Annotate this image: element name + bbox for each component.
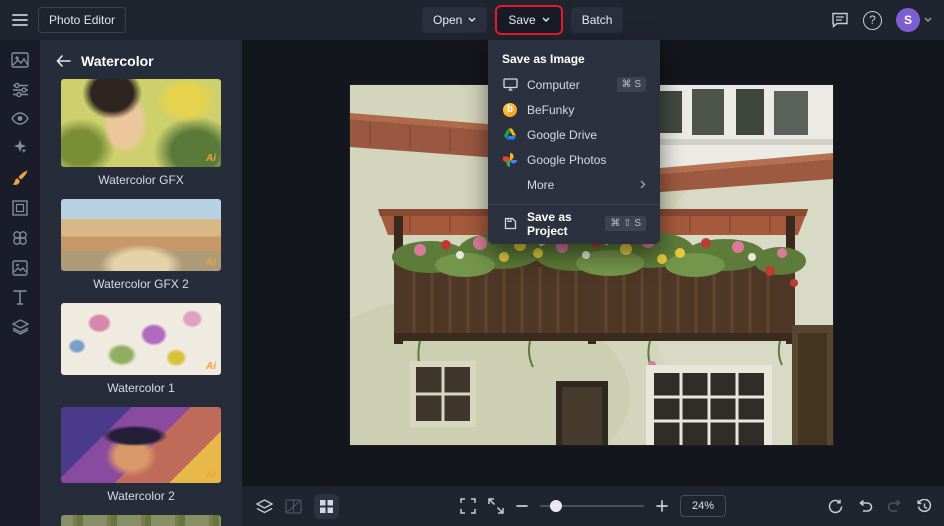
google-drive-icon <box>502 128 518 141</box>
menu-item-computer[interactable]: Computer ⌘ S <box>488 72 660 97</box>
project-icon <box>502 217 518 230</box>
refresh-icon[interactable] <box>828 499 843 514</box>
preset-thumbnail[interactable]: Ai <box>61 199 221 271</box>
menu-item-save-as-project[interactable]: Save as Project ⌘ ⇧ S <box>488 210 660 238</box>
overlays-icon[interactable] <box>12 230 28 246</box>
help-icon[interactable]: ? <box>863 10 882 30</box>
preset-thumbnail[interactable] <box>61 515 221 526</box>
bottom-toolbar: 24% <box>242 486 944 526</box>
frames-icon[interactable] <box>12 200 28 216</box>
ai-badge: Ai <box>206 361 216 372</box>
presets-panel: Watercolor Ai Watercolor GFX Ai Watercol… <box>40 40 242 526</box>
image-overlay-icon[interactable] <box>12 260 28 276</box>
photo-icon[interactable] <box>11 52 29 68</box>
menu-item-google-photos[interactable]: More Google Photos <box>488 147 660 172</box>
preset-watercolor-gfx-2[interactable]: Ai Watercolor GFX 2 <box>61 199 221 303</box>
undo-icon[interactable] <box>857 499 873 513</box>
preset-thumbnail[interactable]: Ai <box>61 303 221 375</box>
preset-watercolor-1[interactable]: Ai Watercolor 1 <box>61 303 221 407</box>
zoom-in-icon[interactable] <box>656 500 668 512</box>
zoom-slider-knob[interactable] <box>549 500 562 512</box>
thumbnail-grid-icon[interactable] <box>314 493 339 519</box>
zoom-percentage[interactable]: 24% <box>679 495 727 517</box>
computer-icon <box>502 78 518 91</box>
tool-rail <box>0 40 40 526</box>
menu-item-befunky[interactable]: b BeFunky <box>488 97 660 122</box>
menu-item-more[interactable]: More <box>488 172 660 197</box>
compare-icon[interactable] <box>285 498 302 514</box>
open-button[interactable]: Open <box>422 7 488 33</box>
fit-screen-icon[interactable] <box>460 498 476 514</box>
ai-badge: Ai <box>206 257 216 268</box>
save-button[interactable]: Save <box>497 7 561 33</box>
preset-thumbnail[interactable]: Ai <box>61 79 221 167</box>
effects-icon[interactable] <box>12 139 28 155</box>
actual-size-icon[interactable] <box>488 498 504 514</box>
chevron-down-icon <box>468 17 476 22</box>
brush-icon[interactable] <box>12 169 29 186</box>
ai-badge: Ai <box>206 153 216 164</box>
zoom-slider[interactable] <box>539 500 644 512</box>
hamburger-menu-icon[interactable] <box>12 13 28 27</box>
panel-title: Watercolor <box>81 53 154 69</box>
preset-watercolor-gfx[interactable]: Ai Watercolor GFX <box>61 79 221 199</box>
layers-icon[interactable] <box>11 319 29 335</box>
menu-divider <box>488 204 660 205</box>
text-icon[interactable] <box>13 290 27 305</box>
google-photos-icon <box>502 152 518 167</box>
ai-badge: Ai <box>206 469 216 480</box>
menu-item-google-drive[interactable]: Google Drive <box>488 122 660 147</box>
feedback-icon[interactable] <box>831 12 849 28</box>
preset-partial[interactable] <box>61 515 221 526</box>
preset-watercolor-2[interactable]: Ai Watercolor 2 <box>61 407 221 515</box>
account-menu[interactable]: S <box>896 8 932 32</box>
shortcut-badge: ⌘ ⇧ S <box>605 216 646 231</box>
topbar: Photo Editor Open Save Batch ? S <box>0 0 944 40</box>
eye-icon[interactable] <box>11 112 29 125</box>
save-menu-header: Save as Image <box>502 52 585 66</box>
adjust-icon[interactable] <box>12 82 29 98</box>
history-icon[interactable] <box>917 498 932 514</box>
shortcut-badge: ⌘ S <box>616 77 646 92</box>
chevron-down-icon <box>924 17 932 22</box>
back-arrow-icon[interactable] <box>56 55 71 67</box>
avatar[interactable]: S <box>896 8 920 32</box>
redo-icon[interactable] <box>887 499 903 513</box>
chevron-right-icon <box>640 180 646 189</box>
zoom-out-icon[interactable] <box>516 500 528 512</box>
batch-button[interactable]: Batch <box>570 7 624 33</box>
layers-panel-icon[interactable] <box>256 498 273 514</box>
preset-thumbnail[interactable]: Ai <box>61 407 221 483</box>
save-dropdown-menu: Save as Image Computer ⌘ S b BeFunky Goo… <box>488 40 660 244</box>
chevron-down-icon <box>542 17 550 22</box>
befunky-icon: b <box>502 102 518 117</box>
app-title[interactable]: Photo Editor <box>38 7 127 33</box>
app-root: Photo Editor Open Save Batch ? S Save as… <box>0 0 944 526</box>
